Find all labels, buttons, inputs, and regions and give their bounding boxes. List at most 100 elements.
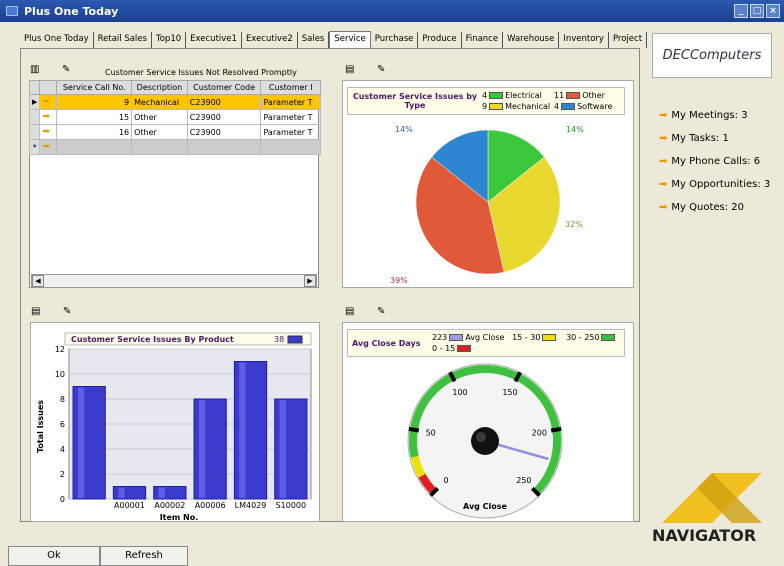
grid-toggle-icon[interactable]: ▤	[345, 306, 354, 317]
pie-legend-item: 9 Mechanical	[482, 101, 554, 112]
chart-toggle-icon[interactable]: ▥	[30, 64, 39, 75]
tab-purchase[interactable]: Purchase	[371, 32, 419, 48]
row-selector[interactable]	[28, 109, 41, 125]
legend-label: Electrical	[505, 91, 542, 100]
gauge-hub	[471, 427, 499, 455]
link-arrow-icon[interactable]: ➡	[39, 124, 58, 140]
maximize-button[interactable]: □	[750, 4, 764, 18]
cell-description: Other	[131, 124, 188, 140]
link-arrow-icon[interactable]: ➡	[39, 139, 58, 155]
legend-swatch	[489, 103, 504, 110]
gauge-tick-label: 250	[516, 476, 531, 485]
horizontal-scrollbar[interactable]: ◀ ▶	[31, 274, 317, 288]
close-button[interactable]: ×	[766, 4, 780, 18]
bar	[153, 486, 187, 500]
legend-swatch	[561, 103, 576, 110]
link-arrow-icon[interactable]: ➡	[39, 109, 58, 125]
sidebar-item[interactable]: ➡ My Quotes: 20	[659, 202, 744, 213]
row-selector[interactable]	[28, 124, 41, 140]
column-header[interactable]: Service Call No.	[56, 80, 133, 95]
cell-customer: Parameter T	[260, 124, 321, 140]
legend-count: 11	[554, 91, 565, 100]
gauge-tick-label: 200	[532, 428, 547, 437]
pie-title: Customer Service Issues by Type	[352, 92, 478, 110]
column-header[interactable]: Description	[131, 80, 188, 95]
gauge-panel: Avg Close Days 223 Avg Close 15 - 30 30 -…	[342, 322, 634, 522]
tab-sales[interactable]: Sales	[298, 32, 330, 48]
gauge-tick-label: 50	[426, 428, 436, 437]
minimize-button[interactable]: _	[734, 4, 748, 18]
edit-icon[interactable]: ✎	[377, 306, 385, 317]
y-tick-label: 0	[60, 495, 65, 504]
x-tick-label: A00006	[195, 501, 226, 510]
tab-inventory[interactable]: Inventory	[559, 32, 609, 48]
bar-legend-swatch	[287, 335, 303, 344]
gauge-tick	[408, 426, 420, 433]
legend-count: 4	[554, 102, 560, 111]
title-bar: Plus One Today _ □ ×	[0, 0, 784, 22]
tab-executive1[interactable]: Executive1	[186, 32, 242, 48]
link-arrow-icon[interactable]: ➡	[39, 94, 58, 110]
tab-top10[interactable]: Top10	[152, 32, 187, 48]
sidebar-item-label: My Quotes: 20	[671, 202, 744, 213]
arrow-icon: ➡	[659, 156, 668, 167]
bar-chart: Customer Service Issues By Product 38 To…	[36, 332, 312, 522]
sidebar-item[interactable]: ➡ My Opportunities: 3	[659, 179, 770, 190]
edit-icon[interactable]: ✎	[377, 64, 385, 75]
legend-count: 9	[482, 102, 488, 111]
scroll-right-icon[interactable]: ▶	[304, 275, 316, 287]
table-row[interactable]: ▶ ➡ 9 Mechanical C23900 Parameter T	[28, 94, 321, 110]
pie-label: 32%	[565, 220, 583, 229]
scroll-left-icon[interactable]: ◀	[32, 275, 44, 287]
edit-icon[interactable]: ✎	[63, 306, 71, 317]
grid-caption: Customer Service Issues Not Resolved Pro…	[105, 68, 297, 77]
sidebar-item[interactable]: ➡ My Tasks: 1	[659, 133, 729, 144]
tab-warehouse[interactable]: Warehouse	[503, 32, 560, 48]
column-header[interactable]: Customer I	[260, 80, 321, 95]
empty-cell[interactable]	[131, 139, 188, 155]
gauge-chart: 0 50 100 150 200 250 Avg Close	[407, 363, 563, 519]
pie-legend: Customer Service Issues by Type 4 Electri…	[347, 87, 625, 115]
edit-icon[interactable]: ✎	[62, 64, 70, 75]
y-tick-label: 8	[60, 395, 65, 404]
arrow-icon: ➡	[659, 110, 668, 121]
gauge-tick-label: 150	[502, 388, 517, 397]
tab-produce[interactable]: Produce	[418, 32, 462, 48]
tab-service[interactable]: Service	[329, 31, 371, 48]
sidebar-item-label: My Meetings: 3	[671, 110, 748, 121]
pie-legend-item: 4 Software	[554, 101, 626, 112]
refresh-button[interactable]: Refresh	[100, 546, 188, 566]
tab-strip: Plus One Today Retail Sales Top10 Executive…	[20, 30, 648, 48]
bar-highlight	[279, 400, 286, 498]
bar-highlight	[118, 487, 125, 498]
tab-plus-one-today[interactable]: Plus One Today	[20, 32, 94, 48]
ok-button[interactable]: Ok	[8, 546, 100, 566]
tab-finance[interactable]: Finance	[462, 32, 504, 48]
tab-project[interactable]: Project	[609, 32, 648, 48]
row-header	[28, 80, 41, 95]
x-tick-label: A00002	[154, 501, 185, 510]
empty-cell[interactable]	[186, 139, 262, 155]
sidebar-item[interactable]: ➡ My Meetings: 3	[659, 110, 748, 121]
legend-count: 4	[482, 91, 488, 100]
table-row[interactable]: ➡ 16 Other C23900 Parameter T	[28, 124, 321, 140]
grid-toggle-icon[interactable]: ▤	[345, 64, 354, 75]
column-header[interactable]: Customer Code	[186, 80, 262, 95]
x-axis-label: Item No.	[160, 513, 199, 522]
tab-retail-sales[interactable]: Retail Sales	[94, 32, 152, 48]
new-row[interactable]: * ➡	[28, 139, 321, 155]
table-row[interactable]: ➡ 15 Other C23900 Parameter T	[28, 109, 321, 125]
grid-toggle-icon[interactable]: ▤	[31, 306, 40, 317]
cell-description: Other	[131, 109, 188, 125]
row-selector[interactable]: ▶	[28, 94, 41, 110]
bar-highlight	[239, 362, 246, 498]
tab-executive2[interactable]: Executive2	[242, 32, 298, 48]
empty-cell[interactable]	[56, 139, 133, 155]
bar-legend-count: 38	[274, 335, 284, 344]
sidebar-item[interactable]: ➡ My Phone Calls: 6	[659, 156, 760, 167]
legend-label: Other	[582, 91, 605, 100]
y-tick-label: 2	[60, 470, 65, 479]
brand-text: NAVIGATOR	[652, 526, 757, 545]
new-row-marker: *	[28, 139, 41, 155]
empty-cell[interactable]	[260, 139, 321, 155]
